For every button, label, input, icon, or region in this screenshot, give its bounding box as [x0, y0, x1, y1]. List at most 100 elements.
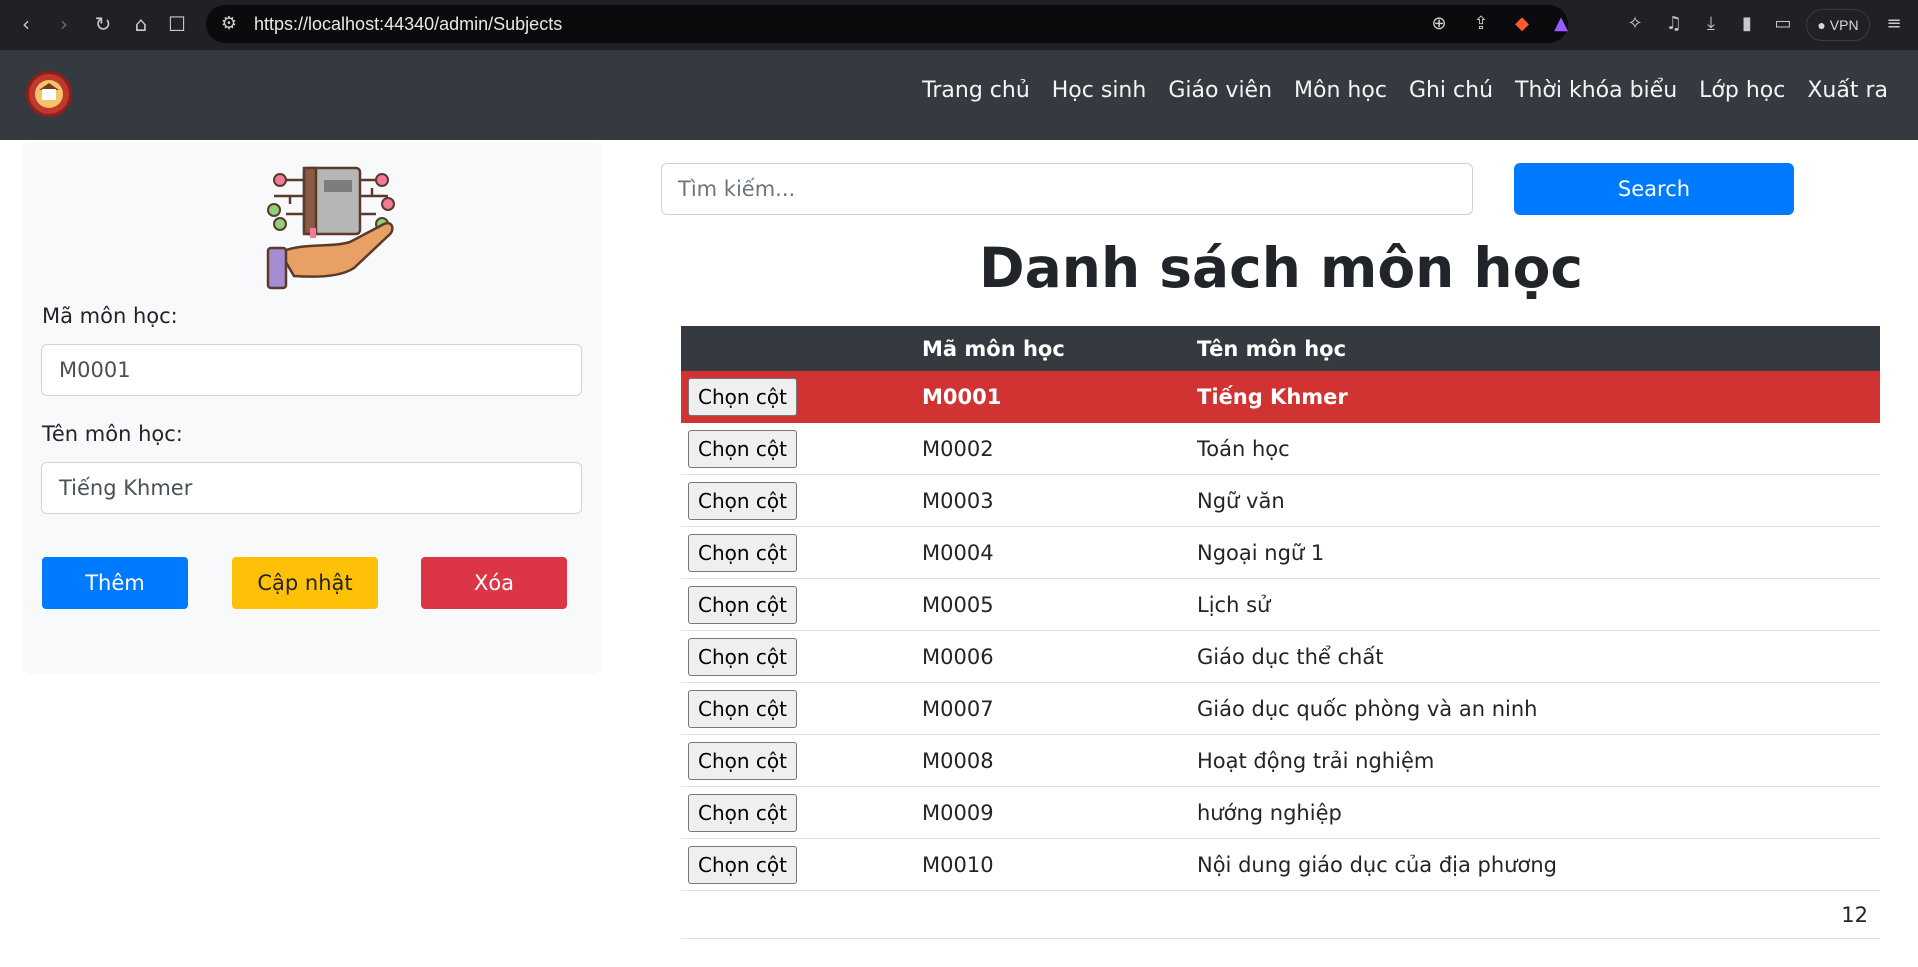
select-row-button[interactable]: Chọn cột	[688, 585, 797, 624]
nav-links: Trang chủ Học sinh Giáo viên Môn học Ghi…	[922, 78, 1888, 103]
nav-link-subjects[interactable]: Môn học	[1294, 78, 1387, 103]
brave-shield-icon[interactable]: ◆	[1511, 13, 1533, 35]
table-row[interactable]: Chọn cột M0002 Toán học	[681, 423, 1880, 475]
search-button[interactable]: Search	[1514, 163, 1794, 215]
media-icon[interactable]: ♫	[1662, 12, 1686, 36]
select-row-button[interactable]: Chọn cột	[688, 793, 797, 832]
row-name: Hoạt động trải nghiệm	[1197, 748, 1435, 773]
row-name: Lịch sử	[1197, 592, 1271, 617]
extensions-icon[interactable]: ✧	[1623, 12, 1647, 36]
share-icon[interactable]: ⇪	[1470, 13, 1492, 35]
logo-badge	[35, 80, 63, 108]
url-text: https://localhost:44340/admin/Subjects	[254, 14, 563, 34]
row-code: M0004	[922, 540, 994, 565]
select-row-button[interactable]: Chọn cột	[688, 637, 797, 676]
row-name: Ngoại ngữ 1	[1197, 540, 1325, 565]
row-select-cell: Chọn cột	[681, 429, 922, 468]
subject-name-label: Tên môn học:	[42, 422, 183, 446]
delete-button[interactable]: Xóa	[421, 557, 567, 609]
select-row-button[interactable]: Chọn cột	[688, 481, 797, 520]
address-bar[interactable]: ⚙ https://localhost:44340/admin/Subjects…	[206, 5, 1568, 43]
row-code: M0008	[922, 748, 994, 773]
table-row[interactable]: Chọn cột M0001 Tiếng Khmer	[681, 371, 1880, 423]
table-row[interactable]: Chọn cột M0003 Ngữ văn	[681, 475, 1880, 527]
nav-link-export[interactable]: Xuất ra	[1807, 78, 1888, 103]
subject-code-label: Mã môn học:	[42, 304, 178, 328]
table-row[interactable]: Chọn cột M0007 Giáo dục quốc phòng và an…	[681, 683, 1880, 735]
row-code: M0003	[922, 488, 994, 513]
brave-rewards-icon[interactable]: ▲	[1550, 13, 1572, 35]
table-header: Mã môn học Tên môn học	[681, 326, 1880, 371]
logo-building	[42, 89, 56, 100]
select-row-button[interactable]: Chọn cột	[688, 741, 797, 780]
row-select-cell: Chọn cột	[681, 585, 922, 624]
subjects-table: Mã môn học Tên môn học Chọn cột M0001 Ti…	[681, 326, 1880, 939]
pagination: 12	[681, 891, 1880, 939]
bookmark-icon[interactable]: ☐	[163, 10, 191, 38]
table-row[interactable]: Chọn cột M0008 Hoạt động trải nghiệm	[681, 735, 1880, 787]
row-name: hướng nghiệp	[1197, 800, 1342, 825]
header-subject-code: Mã môn học	[922, 336, 1065, 361]
table-row[interactable]: Chọn cột M0010 Nội dung giáo dục của địa…	[681, 839, 1880, 891]
select-row-button[interactable]: Chọn cột	[688, 689, 797, 728]
menu-icon[interactable]: ≡	[1882, 12, 1906, 36]
row-select-cell: Chọn cột	[681, 481, 922, 520]
row-select-cell: Chọn cột	[681, 637, 922, 676]
select-row-button[interactable]: Chọn cột	[688, 845, 797, 884]
select-row-button[interactable]: Chọn cột	[688, 378, 797, 416]
forward-icon[interactable]: ›	[50, 10, 78, 38]
back-icon[interactable]: ‹	[12, 10, 40, 38]
nav-link-teachers[interactable]: Giáo viên	[1168, 78, 1272, 103]
nav-link-timetable[interactable]: Thời khóa biểu	[1515, 78, 1677, 103]
row-name: Toán học	[1197, 436, 1290, 461]
row-name: Giáo dục thể chất	[1197, 644, 1384, 669]
table-row[interactable]: Chọn cột M0009 hướng nghiệp	[681, 787, 1880, 839]
sidebar-icon[interactable]: ▮	[1735, 12, 1759, 36]
add-button[interactable]: Thêm	[42, 557, 188, 609]
nav-link-classes[interactable]: Lớp học	[1699, 78, 1785, 103]
row-code: M0009	[922, 800, 994, 825]
app-navbar: Trang chủ Học sinh Giáo viên Môn học Ghi…	[0, 50, 1918, 140]
row-select-cell: Chọn cột	[681, 741, 922, 780]
zoom-icon[interactable]: ⊕	[1428, 13, 1450, 35]
row-select-cell: Chọn cột	[681, 793, 922, 832]
table-row[interactable]: Chọn cột M0004 Ngoại ngữ 1	[681, 527, 1880, 579]
row-select-cell: Chọn cột	[681, 845, 922, 884]
row-code: M0006	[922, 644, 994, 669]
nav-link-notes[interactable]: Ghi chú	[1409, 78, 1493, 103]
wallet-icon[interactable]: ▭	[1771, 12, 1795, 36]
header-subject-name: Tên môn học	[1197, 336, 1347, 361]
table-row[interactable]: Chọn cột M0006 Giáo dục thể chất	[681, 631, 1880, 683]
book-hand-illustration-icon	[266, 166, 395, 290]
row-name: Tiếng Khmer	[1197, 385, 1348, 409]
row-select-cell: Chọn cột	[681, 689, 922, 728]
row-code: M0007	[922, 696, 994, 721]
subject-name-input[interactable]: Tiếng Khmer	[41, 462, 582, 514]
site-info-icon[interactable]: ⚙	[218, 13, 240, 35]
home-icon[interactable]: ⌂	[127, 10, 155, 38]
table-row[interactable]: Chọn cột M0005 Lịch sử	[681, 579, 1880, 631]
select-row-button[interactable]: Chọn cột	[688, 429, 797, 468]
select-row-button[interactable]: Chọn cột	[688, 533, 797, 572]
vpn-button[interactable]: ● VPN	[1806, 9, 1870, 41]
page-links[interactable]: 12	[1841, 903, 1868, 927]
row-name: Ngữ văn	[1197, 488, 1285, 513]
nav-link-home[interactable]: Trang chủ	[922, 78, 1030, 103]
row-code: M0010	[922, 852, 994, 877]
reload-icon[interactable]: ↻	[89, 10, 117, 38]
row-select-cell: Chọn cột	[681, 378, 922, 416]
row-code: M0002	[922, 436, 994, 461]
subject-form-panel: Mã môn học: M0001 Tên môn học: Tiếng Khm…	[22, 142, 602, 674]
page-title: Danh sách môn học	[979, 236, 1583, 300]
nav-link-students[interactable]: Học sinh	[1052, 78, 1147, 103]
subject-code-input[interactable]: M0001	[41, 344, 582, 396]
search-input[interactable]: Tìm kiếm...	[661, 163, 1473, 215]
row-select-cell: Chọn cột	[681, 533, 922, 572]
download-icon[interactable]: ⤓	[1699, 12, 1723, 36]
row-code: M0001	[922, 385, 1002, 409]
row-code: M0005	[922, 592, 994, 617]
row-name: Nội dung giáo dục của địa phương	[1197, 852, 1557, 877]
row-name: Giáo dục quốc phòng và an ninh	[1197, 696, 1538, 721]
school-logo-icon[interactable]	[26, 71, 72, 117]
update-button[interactable]: Cập nhật	[232, 557, 378, 609]
